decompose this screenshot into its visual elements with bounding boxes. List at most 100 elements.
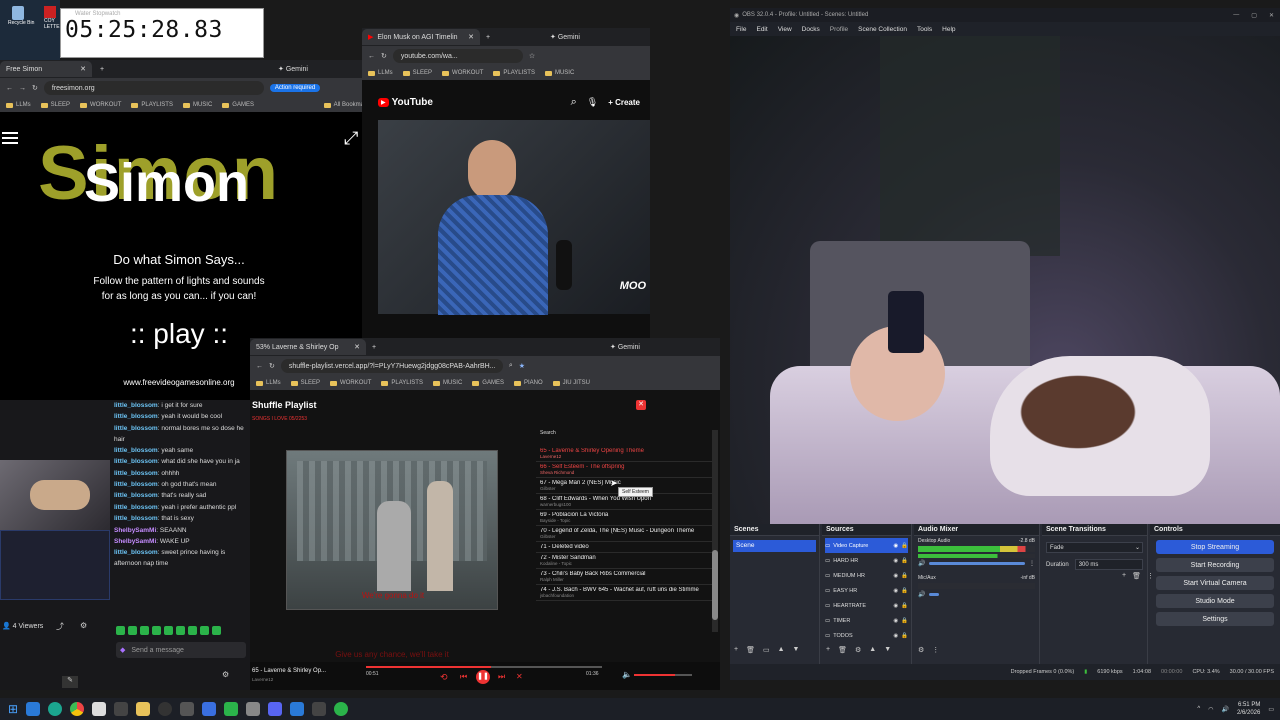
back-icon[interactable]: ← [256, 363, 263, 370]
vscode-icon[interactable] [26, 702, 41, 716]
lock-icon[interactable]: 🔒 [901, 573, 908, 579]
remove-icon[interactable]: 🗑 [838, 646, 847, 654]
maximize-icon[interactable]: ▢ [1251, 12, 1257, 19]
microphone-icon[interactable]: 🎙 [587, 97, 598, 108]
zoom-icon[interactable]: ⌕ [509, 362, 513, 370]
close-icon[interactable]: ✕ [80, 65, 86, 73]
menu-profile[interactable]: Profile [830, 26, 848, 33]
action-required-badge[interactable]: Action required [269, 84, 321, 92]
chat-input[interactable]: ◆ Send a message [116, 642, 246, 658]
scene-item[interactable]: Scene [733, 540, 816, 552]
add-icon[interactable]: + [826, 646, 830, 654]
bookmark-folder[interactable]: SLEEP [402, 70, 432, 76]
emote-icon[interactable] [200, 626, 209, 635]
source-item[interactable]: ▭ TODOS ◉ 🔒 [825, 628, 908, 643]
back-icon[interactable]: ← [6, 85, 13, 92]
gemini-button[interactable]: ✦ Gemini [610, 343, 640, 351]
source-item[interactable]: ▭ HEARTRATE ◉ 🔒 [825, 598, 908, 613]
stop-streaming-button[interactable]: Stop Streaming [1156, 540, 1274, 554]
bookmark-folder[interactable]: PLAYLISTS [493, 70, 535, 76]
start-recording-button[interactable]: Start Recording [1156, 558, 1274, 572]
pause-button[interactable]: ❚❚ [476, 670, 490, 684]
volume-slider[interactable] [929, 562, 1025, 565]
volume-slider[interactable] [929, 593, 940, 596]
remove-icon[interactable]: 🗑 [746, 646, 755, 654]
chrome-icon[interactable] [70, 702, 85, 716]
emote-icon[interactable] [212, 626, 221, 635]
emote-icon[interactable] [140, 626, 149, 635]
speaker-icon[interactable]: 🔊 [918, 591, 925, 598]
emote-icon[interactable] [116, 626, 125, 635]
reload-icon[interactable]: ↻ [381, 52, 387, 60]
gemini-button[interactable]: ✦ Gemini [278, 65, 308, 73]
settings-icon[interactable]: ⚙ [855, 646, 861, 654]
menu-file[interactable]: File [736, 26, 746, 33]
playlist-item[interactable]: 73 - Chili's Baby Back Ribs Commercial Ra… [536, 569, 712, 585]
bookmark-folder[interactable]: SLEEP [40, 102, 70, 108]
playlist-item[interactable]: 72 - Mister Sandman Kodaline - Topic [536, 553, 712, 569]
menu-edit[interactable]: Edit [756, 26, 767, 33]
volume-icon[interactable]: 🔈 [622, 670, 632, 679]
playlist-item[interactable]: 70 - Legend of Zelda, The (NES) Music - … [536, 526, 712, 542]
settings-icon[interactable]: ⚙ [80, 621, 87, 630]
lock-icon[interactable]: 🔒 [901, 540, 908, 552]
tab-youtube[interactable]: ▶ Elon Musk on AGI Timelin ✕ [362, 29, 480, 45]
visibility-icon[interactable]: ◉ [893, 618, 898, 624]
volume-track[interactable] [634, 674, 692, 676]
lock-icon[interactable]: 🔒 [901, 618, 908, 624]
bookmark-folder[interactable]: LLMs [6, 102, 31, 108]
playlist-item[interactable]: 69 - Población La Victoria Bayside - Topi… [536, 510, 712, 526]
visibility-icon[interactable]: ◉ [893, 558, 898, 564]
visibility-icon[interactable]: ◉ [893, 633, 898, 639]
star-icon[interactable]: ★ [519, 362, 525, 370]
new-tab-icon[interactable]: + [372, 344, 376, 351]
minimize-icon[interactable]: — [1233, 12, 1239, 18]
source-item[interactable]: ▭ MEDIUM HR ◉ 🔒 [825, 568, 908, 583]
playlist-item[interactable]: 65 - Laverne & Shirley Opening Theme Lave… [536, 446, 712, 462]
menu-docks[interactable]: Docks [802, 26, 820, 33]
create-button[interactable]: + Create [608, 98, 640, 107]
volume-icon[interactable]: 🔊 [1221, 706, 1228, 713]
source-item[interactable]: ▭ TIMER ◉ 🔒 [825, 613, 908, 628]
playlist-item[interactable]: 66 - Self Esteem - The offspring Sheva Ri… [536, 462, 712, 478]
chat-gear-icon[interactable]: ⚙ [222, 670, 229, 679]
settings-icon[interactable]: ⚙ [918, 646, 924, 654]
filter-icon[interactable]: ▭ [763, 646, 770, 654]
gemini-button[interactable]: ✦ Gemini [550, 33, 580, 41]
back-icon[interactable]: ← [368, 53, 375, 60]
bookmark-folder[interactable]: MUSIC [544, 70, 574, 76]
shuffle-icon[interactable]: ✕ [516, 672, 523, 681]
youtube-video-player[interactable]: MOO [378, 120, 650, 315]
search-icon[interactable] [114, 702, 129, 716]
app-icon[interactable] [290, 702, 305, 716]
bookmark-folder[interactable]: GAMES [472, 380, 504, 386]
up-icon[interactable]: ▲ [869, 646, 876, 654]
youtube-brand[interactable]: YouTube [392, 97, 433, 108]
menu-view[interactable]: View [778, 26, 792, 33]
bookmark-folder[interactable]: LLMs [368, 70, 393, 76]
recycle-bin-icon[interactable]: Recycle Bin [8, 6, 34, 36]
bookmark-folder[interactable]: PLAYLISTS [131, 102, 173, 108]
app-icon[interactable] [246, 702, 261, 716]
bookmark-folder[interactable]: JIU JITSU [552, 380, 590, 386]
next-icon[interactable]: ⏭ [498, 672, 505, 682]
source-item[interactable]: ▭ EASY HR ◉ 🔒 [825, 583, 908, 598]
close-icon[interactable]: ✕ [354, 343, 360, 351]
lock-icon[interactable]: 🔒 [901, 603, 908, 609]
bits-icon[interactable]: ◆ [120, 646, 125, 654]
search-icon[interactable]: ⌕ [571, 96, 577, 109]
viewers-count[interactable]: 👤 4 Viewers [2, 622, 43, 630]
source-item[interactable]: ▭ HARD HR ◉ 🔒 [825, 553, 908, 568]
lock-icon[interactable]: 🔒 [901, 558, 908, 564]
video-player[interactable]: We're gonna do it [286, 450, 498, 610]
obs-preview[interactable] [730, 36, 1280, 524]
game-icon[interactable] [202, 702, 217, 716]
menu-scene-collection[interactable]: Scene Collection [858, 26, 907, 33]
playlist-item[interactable]: 74 - J.S. Bach - BWV 645 - Wachet auf, r… [536, 585, 712, 601]
reload-icon[interactable]: ↻ [32, 84, 38, 92]
emote-icon[interactable] [128, 626, 137, 635]
emote-icon[interactable] [188, 626, 197, 635]
network-icon[interactable]: ◠ [1208, 706, 1213, 713]
start-virtual-camera-button[interactable]: Start Virtual Camera [1156, 576, 1274, 590]
chevron-up-icon[interactable]: ^ [1197, 706, 1200, 712]
